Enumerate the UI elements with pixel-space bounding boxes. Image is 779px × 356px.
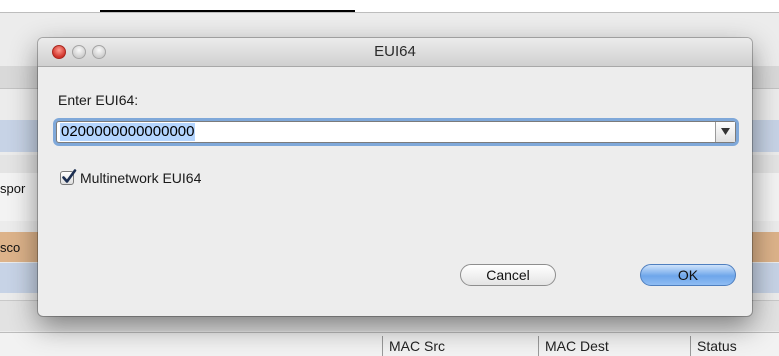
checkmark-icon bbox=[62, 169, 77, 183]
multinetwork-checkbox-label[interactable]: Multinetwork EUI64 bbox=[80, 169, 201, 187]
dialog-titlebar[interactable]: EUI64 bbox=[38, 38, 752, 67]
eui64-prompt-label: Enter EUI64: bbox=[58, 92, 139, 108]
multinetwork-checkbox[interactable] bbox=[60, 169, 77, 185]
background-row-text: spor bbox=[0, 181, 26, 196]
dialog-title: EUI64 bbox=[374, 43, 416, 60]
dropdown-button[interactable] bbox=[715, 122, 735, 142]
screen: spor sco MAC Src MAC Dest Status EUI64 E… bbox=[0, 0, 779, 356]
minimize-icon[interactable] bbox=[72, 45, 86, 59]
column-header-mac-dest[interactable]: MAC Dest bbox=[538, 336, 609, 356]
column-header-status[interactable]: Status bbox=[690, 336, 737, 356]
close-icon[interactable] bbox=[52, 45, 66, 59]
zoom-icon[interactable] bbox=[92, 45, 106, 59]
eui64-input[interactable]: 0200000000000000 bbox=[60, 123, 196, 141]
ok-button[interactable]: OK bbox=[640, 264, 736, 286]
cancel-button[interactable]: Cancel bbox=[460, 264, 556, 286]
eui64-dialog: EUI64 Enter EUI64: 0200000000000000 Mult… bbox=[38, 38, 752, 316]
eui64-combobox[interactable]: 0200000000000000 bbox=[56, 121, 736, 143]
column-header-mac-src[interactable]: MAC Src bbox=[382, 336, 445, 356]
chevron-down-icon bbox=[721, 128, 730, 135]
background-row-text: sco bbox=[0, 240, 21, 255]
